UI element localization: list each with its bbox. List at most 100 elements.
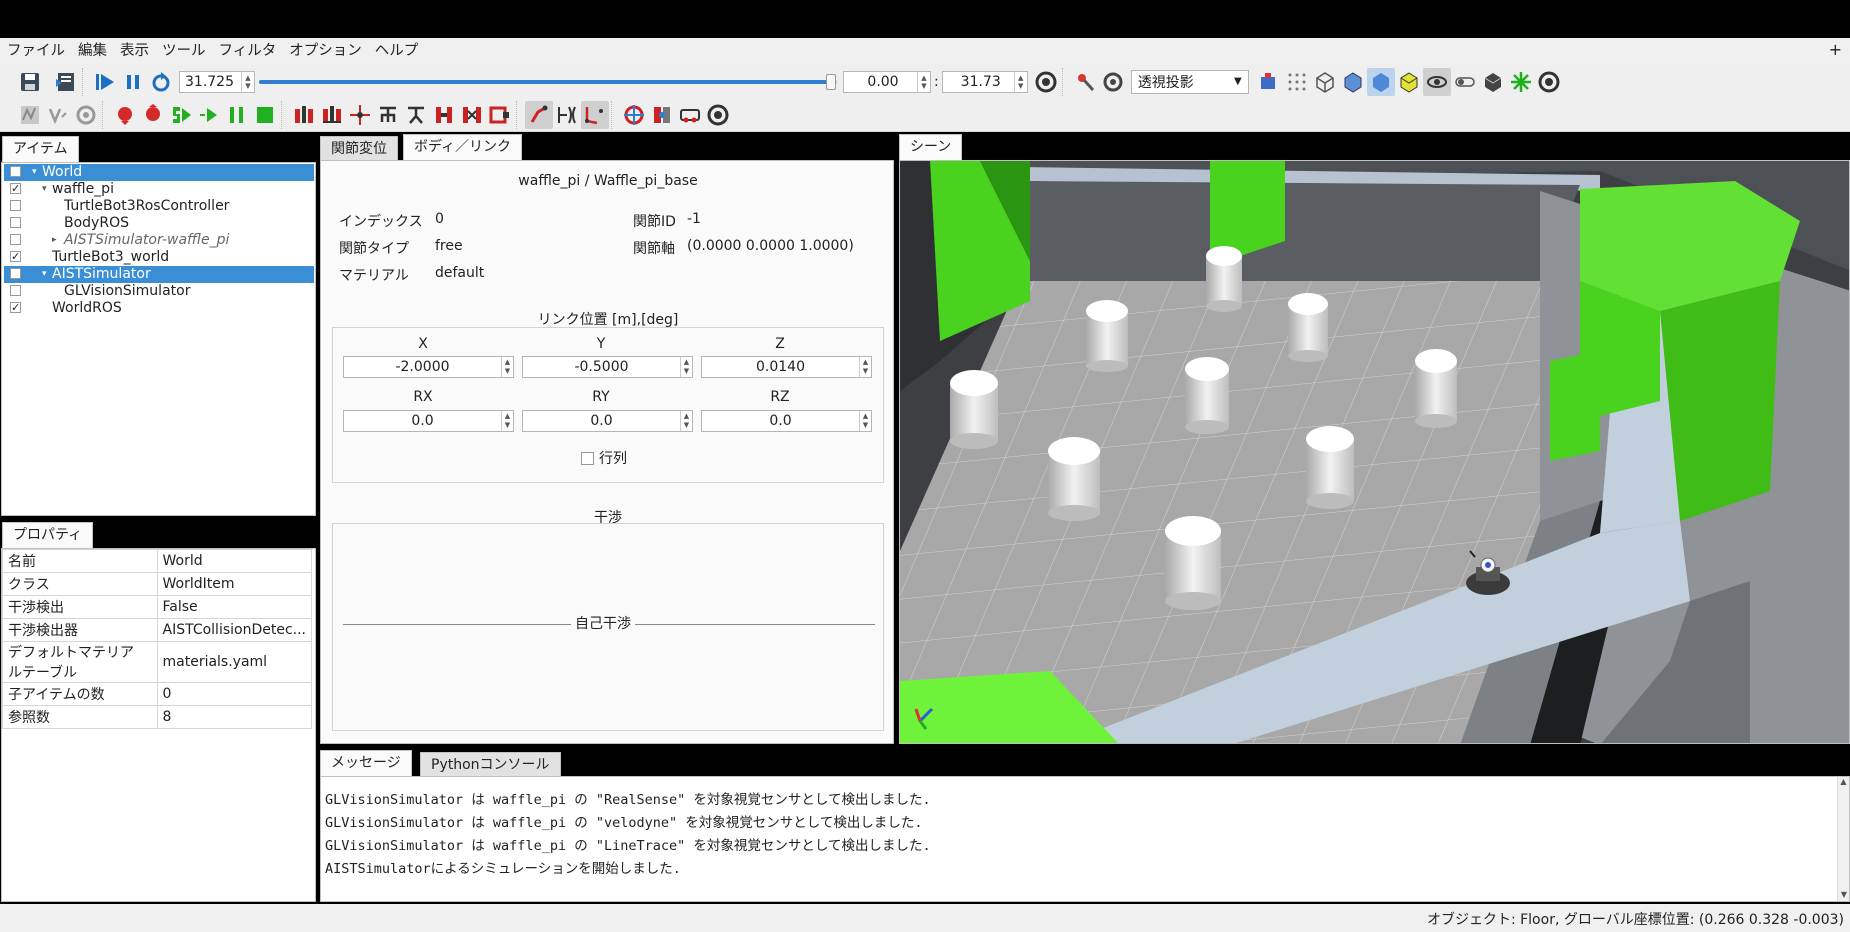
property-row[interactable]: クラス WorldItem bbox=[2, 572, 312, 596]
menu-edit[interactable]: 編集 bbox=[71, 38, 113, 64]
solid-icon[interactable] bbox=[1366, 67, 1395, 96]
tab-scene[interactable]: シーン bbox=[899, 134, 963, 160]
ik-icon[interactable] bbox=[525, 101, 553, 129]
matrix-checkbox-box[interactable] bbox=[581, 451, 594, 465]
time-spin-arrows[interactable]: ▲ ▼ bbox=[241, 71, 254, 92]
tree-item[interactable]: ▾ World bbox=[4, 164, 314, 181]
rx-spin-arrows[interactable]: ▲ ▼ bbox=[501, 411, 513, 431]
grid-icon[interactable] bbox=[1283, 68, 1311, 96]
solid-wire-icon[interactable] bbox=[1339, 68, 1367, 96]
body-pose-icon-4[interactable] bbox=[374, 101, 402, 129]
tree-item[interactable]: BodyROS bbox=[4, 215, 314, 232]
range-end-arrows[interactable]: ▲ ▼ bbox=[1013, 71, 1027, 92]
projection-select[interactable]: 透視投影 ▼ bbox=[1130, 69, 1249, 94]
z-spin-arrows[interactable]: ▲ ▼ bbox=[859, 357, 871, 377]
range-end-spinbox[interactable]: 31.73 ▲ ▼ bbox=[941, 70, 1028, 93]
z-field[interactable]: 0.0140 ▲ ▼ bbox=[701, 356, 872, 378]
x-spin-arrows[interactable]: ▲ ▼ bbox=[501, 357, 513, 377]
graph-icon[interactable] bbox=[16, 101, 44, 129]
menu-filter[interactable]: フィルタ bbox=[212, 38, 283, 64]
sim-restart-icon[interactable] bbox=[195, 101, 223, 129]
tree-item-checkbox[interactable] bbox=[10, 166, 21, 177]
expand-arrow-icon[interactable]: ▾ bbox=[42, 181, 47, 198]
property-value[interactable]: AISTCollisionDetec... bbox=[156, 618, 312, 642]
tree-item-checkbox[interactable]: ✓ bbox=[10, 183, 21, 194]
property-value[interactable]: materials.yaml bbox=[156, 641, 312, 683]
scene-view[interactable] bbox=[899, 160, 1850, 744]
vehicle-icon[interactable] bbox=[676, 101, 704, 129]
tab-items[interactable]: アイテム bbox=[2, 136, 79, 162]
menu-view[interactable]: 表示 bbox=[113, 38, 155, 64]
sim-pause-icon[interactable] bbox=[223, 101, 251, 129]
body-pose-icon-3[interactable] bbox=[346, 101, 374, 129]
ry-spin-arrows[interactable]: ▲ ▼ bbox=[680, 411, 692, 431]
save-icon[interactable] bbox=[16, 68, 44, 96]
refresh-icon[interactable] bbox=[147, 68, 175, 96]
y-field[interactable]: -0.5000 ▲ ▼ bbox=[522, 356, 693, 378]
zmp-icon[interactable] bbox=[620, 101, 648, 129]
collision-icon[interactable] bbox=[648, 101, 676, 129]
toggle-icon[interactable] bbox=[1451, 68, 1479, 96]
body-pose-icon-6[interactable] bbox=[430, 101, 458, 129]
tree-item[interactable]: ▾ AISTSimulator bbox=[4, 266, 314, 283]
slider-handle[interactable] bbox=[826, 73, 837, 90]
property-value[interactable]: WorldItem bbox=[156, 572, 312, 596]
property-value[interactable]: 8 bbox=[156, 705, 312, 729]
graph-config-icon[interactable] bbox=[72, 101, 100, 129]
property-value[interactable]: 0 bbox=[156, 682, 312, 706]
camera-icon[interactable] bbox=[1255, 68, 1283, 96]
store-init-icon[interactable] bbox=[111, 101, 139, 129]
scene-config-icon[interactable] bbox=[1535, 68, 1563, 96]
collapse-arrow-icon[interactable]: ▸ bbox=[52, 232, 57, 249]
x-field[interactable]: -2.0000 ▲ ▼ bbox=[343, 356, 514, 378]
message-log[interactable]: GLVisionSimulator は waffle_pi の "RealSen… bbox=[320, 776, 1850, 902]
play-icon[interactable] bbox=[91, 68, 119, 96]
time-spinbox[interactable]: 31.725 ▲ ▼ bbox=[179, 70, 255, 93]
restore-init-icon[interactable] bbox=[139, 101, 167, 129]
property-value[interactable]: World bbox=[156, 549, 312, 573]
scene-canvas[interactable] bbox=[900, 161, 1850, 744]
tree-item-checkbox[interactable] bbox=[10, 217, 21, 228]
light-icon[interactable] bbox=[1507, 68, 1535, 96]
pointer-icon[interactable] bbox=[1071, 68, 1099, 96]
tree-item-checkbox[interactable] bbox=[10, 234, 21, 245]
tree-item[interactable]: ▸ AISTSimulator-waffle_pi bbox=[4, 232, 314, 249]
property-row[interactable]: 名前 World bbox=[2, 549, 312, 573]
property-value[interactable]: False bbox=[156, 595, 312, 619]
eye-icon[interactable] bbox=[1422, 67, 1451, 96]
rz-spin-arrows[interactable]: ▲ ▼ bbox=[859, 411, 871, 431]
tree-item-checkbox[interactable] bbox=[10, 268, 21, 279]
tree-item[interactable]: ✓ ▾ waffle_pi bbox=[4, 181, 314, 198]
timebar-config-icon[interactable] bbox=[1032, 68, 1060, 96]
menu-options[interactable]: オプション bbox=[282, 38, 368, 64]
menu-tools[interactable]: ツール bbox=[155, 38, 212, 64]
tree-item-checkbox[interactable]: ✓ bbox=[10, 302, 21, 313]
joint-icon[interactable] bbox=[581, 101, 609, 129]
tab-joint-displacement[interactable]: 関節変位 bbox=[320, 136, 398, 160]
wireframe-icon[interactable] bbox=[1311, 68, 1339, 96]
sim-stop-icon[interactable] bbox=[251, 101, 279, 129]
menu-help[interactable]: ヘルプ bbox=[368, 38, 425, 64]
property-row[interactable]: 干渉検出器 AISTCollisionDetec... bbox=[2, 618, 312, 642]
tab-messages[interactable]: メッセージ bbox=[320, 750, 412, 776]
tree-item[interactable]: ✓ WorldROS bbox=[4, 300, 314, 317]
matrix-checkbox[interactable]: 行列 bbox=[581, 448, 627, 468]
time-slider[interactable] bbox=[259, 71, 837, 93]
property-row[interactable]: デフォルトマテリア ルテーブル materials.yaml bbox=[2, 641, 312, 683]
view-rotate-icon[interactable] bbox=[1099, 68, 1127, 96]
body-pose-icon-5[interactable] bbox=[402, 101, 430, 129]
tab-properties[interactable]: プロパティ bbox=[2, 522, 94, 548]
expand-arrow-icon[interactable]: ▾ bbox=[42, 266, 47, 283]
tree-item-checkbox[interactable]: ✓ bbox=[10, 251, 21, 262]
body-pose-icon-1[interactable] bbox=[290, 101, 318, 129]
message-scrollbar[interactable]: ▲ ▼ bbox=[1837, 777, 1849, 901]
pause-icon[interactable] bbox=[119, 68, 147, 96]
body-pose-icon-8[interactable] bbox=[486, 101, 514, 129]
range-start-spinbox[interactable]: 0.00 ▲ ▼ bbox=[843, 70, 931, 93]
tree-item[interactable]: GLVisionSimulator bbox=[4, 283, 314, 300]
tree-item[interactable]: TurtleBot3RosController bbox=[4, 198, 314, 215]
fk-icon[interactable] bbox=[553, 101, 581, 129]
tree-item-checkbox[interactable] bbox=[10, 285, 21, 296]
rz-field[interactable]: 0.0 ▲ ▼ bbox=[701, 410, 872, 432]
body-pose-icon-2[interactable] bbox=[318, 101, 346, 129]
